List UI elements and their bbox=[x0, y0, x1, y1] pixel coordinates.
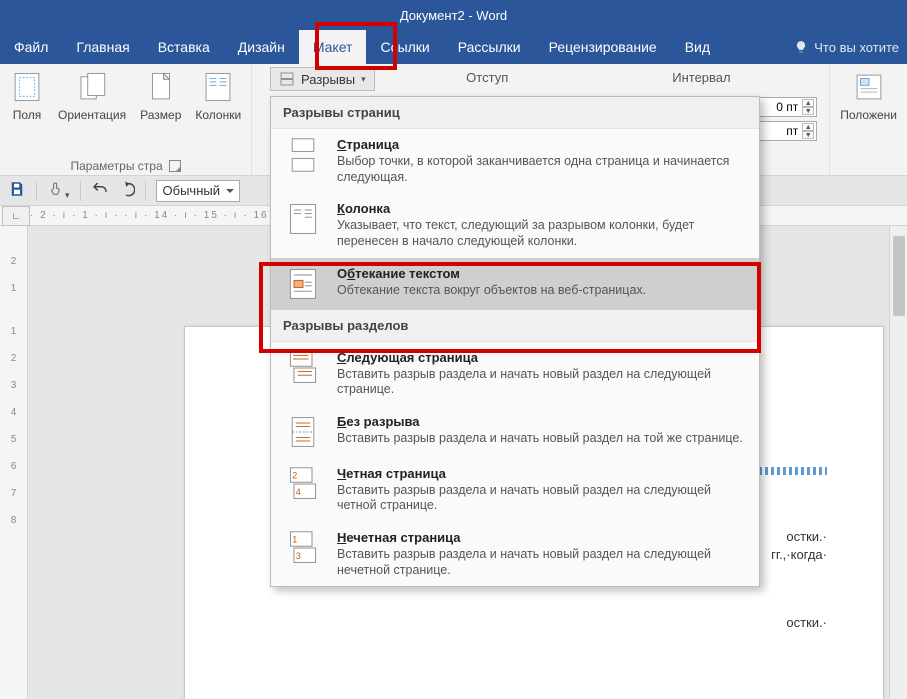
tab-layout[interactable]: Макет bbox=[299, 30, 367, 64]
section-odd-page-icon: 13 bbox=[283, 530, 323, 578]
vertical-scrollbar[interactable] bbox=[889, 226, 907, 699]
dd-title: Следующая страница bbox=[337, 350, 747, 365]
tab-home[interactable]: Главная bbox=[62, 30, 143, 64]
dd-item-next-page[interactable]: Следующая страница Вставить разрыв разде… bbox=[271, 342, 759, 406]
dd-item-text-wrapping[interactable]: Обтекание текстом Обтекание текста вокру… bbox=[271, 258, 759, 310]
dd-title: Без разрыва bbox=[337, 414, 747, 429]
orientation-button[interactable]: Ориентация bbox=[56, 68, 128, 124]
dd-desc: Вставить разрыв раздела и начать новый р… bbox=[337, 483, 747, 514]
dd-item-continuous[interactable]: Без разрыва Вставить разрыв раздела и на… bbox=[271, 406, 759, 458]
dd-header-section-breaks: Разрывы разделов bbox=[271, 310, 759, 342]
tell-me[interactable]: Что вы хотите bbox=[794, 30, 907, 64]
lightbulb-icon bbox=[794, 40, 808, 54]
dd-title: Страница bbox=[337, 137, 747, 152]
ruler-vertical[interactable]: 2 1 1 2 3 4 5 6 7 8 bbox=[0, 226, 28, 699]
dd-header-page-breaks: Разрывы страниц bbox=[271, 97, 759, 129]
section-even-page-icon: 24 bbox=[283, 466, 323, 514]
svg-text:1: 1 bbox=[292, 535, 297, 545]
title-bar: Документ2 - Word bbox=[0, 0, 907, 30]
group-label-page-setup: Параметры стра bbox=[71, 159, 163, 173]
tab-mailings[interactable]: Рассылки bbox=[444, 30, 535, 64]
dd-desc: Указывает, что текст, следующий за разры… bbox=[337, 218, 747, 249]
text-wrapping-icon bbox=[283, 266, 323, 302]
dd-item-odd-page[interactable]: 13 Нечетная страница Вставить разрыв раз… bbox=[271, 522, 759, 586]
tab-design[interactable]: Дизайн bbox=[224, 30, 299, 64]
tab-file[interactable]: Файл bbox=[0, 30, 62, 64]
columns-button[interactable]: Колонки bbox=[193, 68, 243, 124]
group-page-setup: Поля Ориентация Размер Колонки Параметры… bbox=[0, 64, 252, 175]
dd-title: Обтекание текстом bbox=[337, 266, 747, 281]
column-break-icon bbox=[283, 201, 323, 249]
undo-button[interactable] bbox=[91, 180, 109, 201]
dd-desc: Вставить разрыв раздела и начать новый р… bbox=[337, 547, 747, 578]
tab-insert[interactable]: Вставка bbox=[144, 30, 224, 64]
dd-desc: Вставить разрыв раздела и начать новый р… bbox=[337, 367, 747, 398]
dd-desc: Обтекание текста вокруг объектов на веб-… bbox=[337, 283, 747, 299]
svg-text:4: 4 bbox=[296, 487, 301, 497]
columns-icon bbox=[201, 70, 235, 104]
dd-item-even-page[interactable]: 24 Четная страница Вставить разрыв разде… bbox=[271, 458, 759, 522]
dd-title: Нечетная страница bbox=[337, 530, 747, 545]
doc-text: остки.· bbox=[786, 615, 827, 632]
scroll-thumb[interactable] bbox=[893, 236, 905, 316]
save-button[interactable] bbox=[8, 180, 26, 201]
spin-up-icon[interactable]: ▲ bbox=[802, 123, 814, 131]
doc-text: остки.· bbox=[786, 529, 827, 546]
margins-button[interactable]: Поля bbox=[8, 68, 46, 124]
undo-icon bbox=[91, 180, 109, 198]
style-combo[interactable]: Обычный bbox=[156, 180, 240, 202]
dd-item-column[interactable]: Колонка Указывает, что текст, следующий … bbox=[271, 193, 759, 257]
doc-text: гг.,·когда· bbox=[771, 547, 827, 564]
section-continuous-icon bbox=[283, 414, 323, 450]
redo-button[interactable] bbox=[117, 180, 135, 201]
svg-text:3: 3 bbox=[296, 551, 301, 561]
spin-down-icon[interactable]: ▼ bbox=[802, 131, 814, 139]
touch-mode-button[interactable]: ▾ bbox=[47, 180, 70, 201]
dd-title: Четная страница bbox=[337, 466, 747, 481]
dd-title: Колонка bbox=[337, 201, 747, 216]
spacing-after-input[interactable]: 0 пт ▲▼ bbox=[755, 121, 817, 141]
spin-up-icon[interactable]: ▲ bbox=[802, 99, 814, 107]
size-button[interactable]: Размер bbox=[138, 68, 183, 124]
indent-header: Отступ bbox=[462, 68, 512, 91]
size-icon bbox=[144, 70, 178, 104]
dd-item-page[interactable]: Страница Выбор точки, в которой заканчив… bbox=[271, 129, 759, 193]
dd-desc: Вставить разрыв раздела и начать новый р… bbox=[337, 431, 747, 447]
spacing-header: Интервал bbox=[668, 68, 734, 91]
breaks-split-button[interactable]: Разрывы ▾ bbox=[270, 67, 375, 91]
tab-view[interactable]: Вид bbox=[671, 30, 724, 64]
position-button[interactable]: Положени bbox=[838, 68, 899, 124]
document-title: Документ2 - Word bbox=[400, 8, 507, 23]
dialog-launcher-icon[interactable] bbox=[169, 160, 181, 172]
spacing-before-input[interactable]: 0 пт ▲▼ bbox=[755, 97, 817, 117]
margins-icon bbox=[10, 70, 44, 104]
tab-references[interactable]: Ссылки bbox=[366, 30, 443, 64]
page-break-icon bbox=[283, 137, 323, 185]
spin-down-icon[interactable]: ▼ bbox=[802, 107, 814, 115]
ruler-corner[interactable]: ∟ bbox=[2, 206, 30, 226]
group-arrange: Положени bbox=[830, 64, 907, 175]
position-icon bbox=[852, 70, 886, 104]
ribbon-tabs: Файл Главная Вставка Дизайн Макет Ссылки… bbox=[0, 30, 907, 64]
save-icon bbox=[8, 180, 26, 198]
redo-icon bbox=[117, 180, 135, 198]
dd-desc: Выбор точки, в которой заканчивается одн… bbox=[337, 154, 747, 185]
section-next-page-icon bbox=[283, 350, 323, 398]
svg-text:2: 2 bbox=[292, 470, 297, 480]
tab-review[interactable]: Рецензирование bbox=[535, 30, 671, 64]
orientation-icon bbox=[75, 70, 109, 104]
breaks-dropdown: Разрывы страниц Страница Выбор точки, в … bbox=[270, 96, 760, 587]
touch-icon bbox=[47, 180, 65, 198]
breaks-icon bbox=[279, 71, 295, 87]
